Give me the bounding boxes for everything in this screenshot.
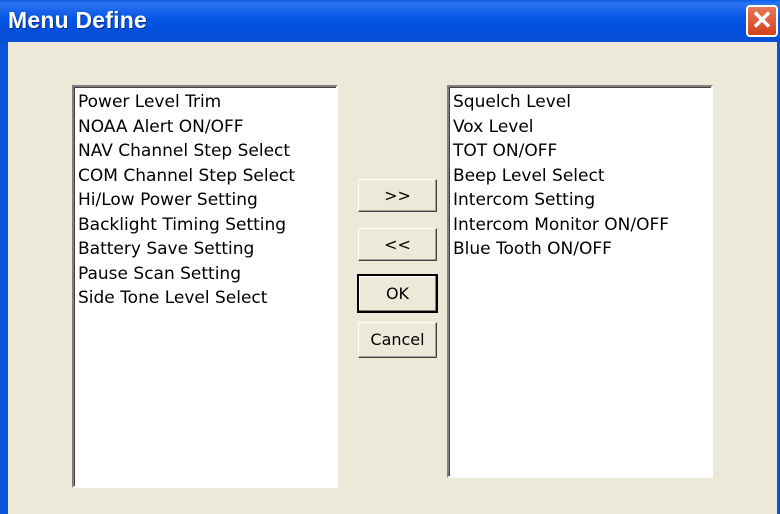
selected-items-list[interactable]: Squelch Level Vox Level TOT ON/OFF Beep … xyxy=(447,85,713,478)
list-item[interactable]: Squelch Level xyxy=(453,90,711,115)
window-frame-left xyxy=(0,42,8,514)
list-item[interactable]: Vox Level xyxy=(453,115,711,140)
list-item[interactable]: Beep Level Select xyxy=(453,164,711,189)
list-item[interactable]: Blue Tooth ON/OFF xyxy=(453,237,711,262)
ok-button[interactable]: OK xyxy=(357,274,438,313)
list-item[interactable]: Power Level Trim xyxy=(78,90,336,115)
list-item[interactable]: Intercom Setting xyxy=(453,188,711,213)
list-item[interactable]: COM Channel Step Select xyxy=(78,164,336,189)
remove-items-button[interactable]: << xyxy=(358,228,437,261)
menu-define-dialog: Menu Define ✕ Power Level Trim NOAA Aler… xyxy=(0,0,780,514)
list-item[interactable]: Side Tone Level Select xyxy=(78,286,336,311)
list-item[interactable]: Battery Save Setting xyxy=(78,237,336,262)
list-item[interactable]: Pause Scan Setting xyxy=(78,262,336,287)
close-icon: ✕ xyxy=(751,5,773,35)
title-bar[interactable]: Menu Define ✕ xyxy=(0,0,780,42)
list-item[interactable]: Hi/Low Power Setting xyxy=(78,188,336,213)
add-items-button[interactable]: >> xyxy=(358,179,437,212)
cancel-button[interactable]: Cancel xyxy=(358,322,437,358)
list-item[interactable]: Intercom Monitor ON/OFF xyxy=(453,213,711,238)
list-item[interactable]: TOT ON/OFF xyxy=(453,139,711,164)
window-title: Menu Define xyxy=(8,7,147,33)
list-item[interactable]: NAV Channel Step Select xyxy=(78,139,336,164)
list-item[interactable]: NOAA Alert ON/OFF xyxy=(78,115,336,140)
available-items-list[interactable]: Power Level Trim NOAA Alert ON/OFF NAV C… xyxy=(72,85,338,488)
close-button[interactable]: ✕ xyxy=(746,5,778,37)
list-item[interactable]: Backlight Timing Setting xyxy=(78,213,336,238)
